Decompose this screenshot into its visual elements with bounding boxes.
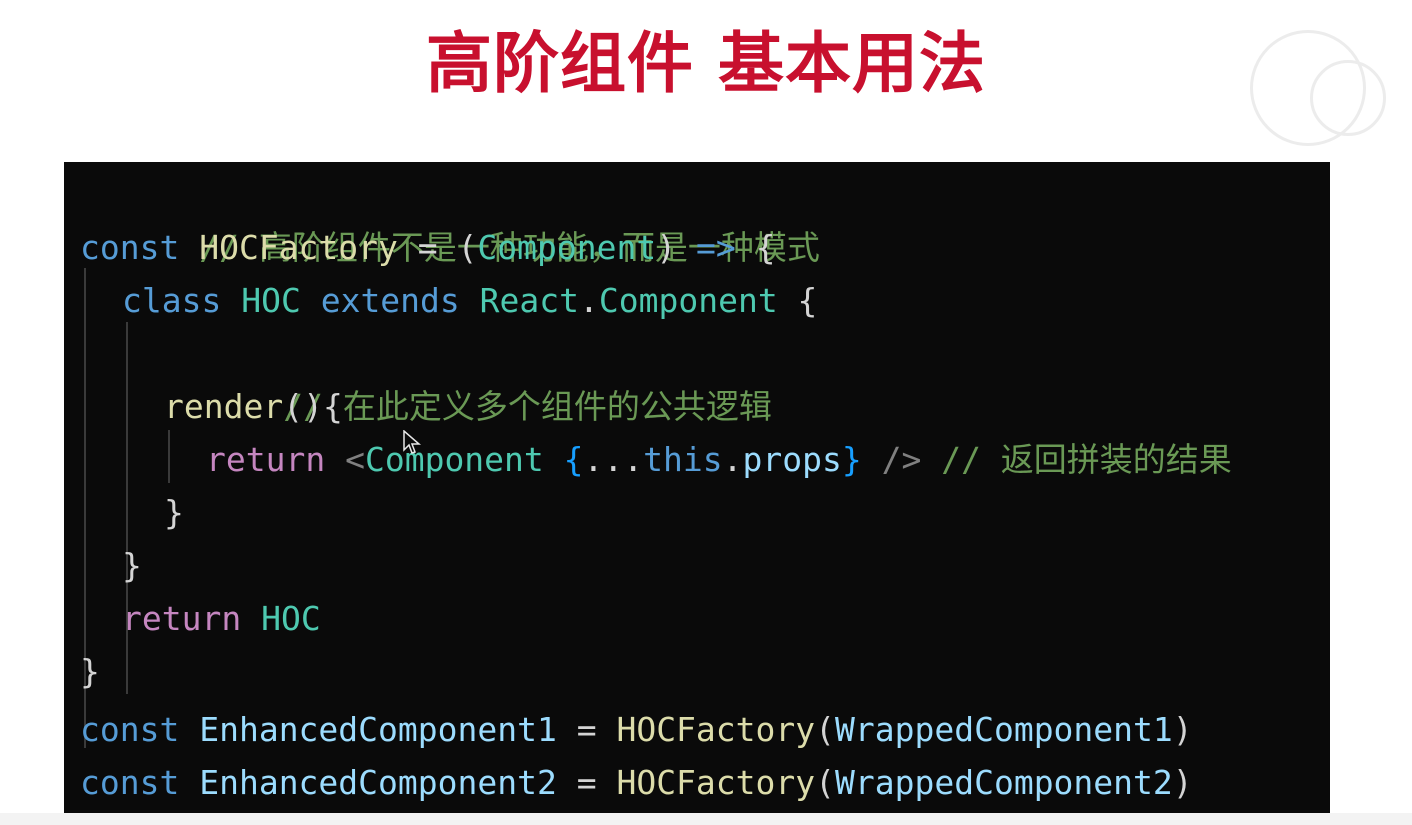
open-brace: { (777, 281, 818, 320)
punctuation: ) (656, 228, 696, 267)
slide-title: 高阶组件 基本用法 (426, 25, 986, 102)
identifier-enhanced-1: EnhancedComponent1 (199, 710, 557, 749)
punctuation: ( (815, 710, 836, 749)
identifier-enhanced-2: EnhancedComponent2 (199, 763, 557, 802)
method-render: render (164, 387, 284, 426)
jsx-brace: { (563, 440, 584, 479)
code-editor: // 高阶组件不是一种功能，而是一种模式 const HOCFactory = … (64, 162, 1330, 813)
argument-wrapped-1: WrappedComponent1 (835, 710, 1173, 749)
code-line-11: const EnhancedComponent1 = HOCFactory(Wr… (80, 703, 1193, 756)
punctuation: ( (815, 763, 836, 802)
code-line-12: const EnhancedComponent2 = HOCFactory(Wr… (80, 756, 1193, 809)
identifier-hocfactory: HOCFactory (199, 228, 398, 267)
code-line-3: class HOC extends React.Component { (122, 274, 817, 327)
keyword-extends: extends (320, 281, 460, 320)
identifier-props: props (742, 440, 842, 479)
keyword-const: const (80, 710, 180, 749)
close-brace: } (80, 652, 100, 691)
code-line-7: } (164, 486, 184, 539)
dot: . (579, 281, 599, 320)
close-brace: } (164, 493, 184, 532)
keyword-class: class (122, 281, 222, 320)
code-line-8: } (122, 539, 142, 592)
punctuation: (){ (283, 387, 343, 426)
call-hocfactory: HOCFactory (616, 763, 816, 802)
punctuation: ) (1172, 710, 1193, 749)
open-brace: { (735, 228, 776, 267)
close-brace: } (122, 546, 142, 585)
code-comment: // 在此定义多个组件的公共逻辑 (283, 387, 772, 426)
spread-operator: ... (583, 440, 644, 479)
identifier-hoc: HOC (261, 599, 321, 638)
mouse-pointer-icon (403, 430, 421, 454)
dot: . (722, 440, 743, 479)
slide: 高阶组件 基本用法 // 高阶组件不是一种功能，而是一种模式 const HOC… (0, 0, 1412, 825)
keyword-return: return (206, 440, 326, 479)
jsx-angle-bracket: < (345, 440, 365, 479)
punctuation: = (556, 763, 617, 802)
argument-wrapped-2: WrappedComponent2 (835, 763, 1173, 802)
code-line-2: const HOCFactory = (Component) => { (80, 221, 775, 274)
arrow-operator: => (695, 228, 736, 267)
code-line-10: } (80, 645, 100, 698)
code-line-9: return HOC (122, 592, 321, 645)
code-line-4: // 在此定义多个组件的公共逻辑 (164, 327, 772, 426)
identifier-component: Component (598, 281, 778, 320)
keyword-return: return (122, 599, 242, 638)
keyword-this: this (643, 440, 723, 479)
code-line-1: // 高阶组件不是一种功能，而是一种模式 (80, 168, 820, 267)
punctuation: = ( (397, 228, 478, 267)
jsx-self-close: /> (861, 440, 922, 479)
param-component: Component (477, 228, 657, 267)
code-line-5: render(){ (164, 380, 343, 433)
identifier-react: React (479, 281, 579, 320)
jsx-component-tag: Component (364, 440, 544, 479)
code-comment: // 返回拼装的结果 (941, 440, 1232, 479)
punctuation: ) (1172, 763, 1193, 802)
code-line-6: return <Component {...this.props} /> // … (206, 433, 1232, 486)
keyword-const: const (80, 763, 180, 802)
identifier-hoc: HOC (241, 281, 301, 320)
punctuation: = (556, 710, 617, 749)
call-hocfactory: HOCFactory (616, 710, 816, 749)
keyword-const: const (80, 228, 180, 267)
bottom-edge (0, 813, 1412, 825)
jsx-brace: } (841, 440, 862, 479)
